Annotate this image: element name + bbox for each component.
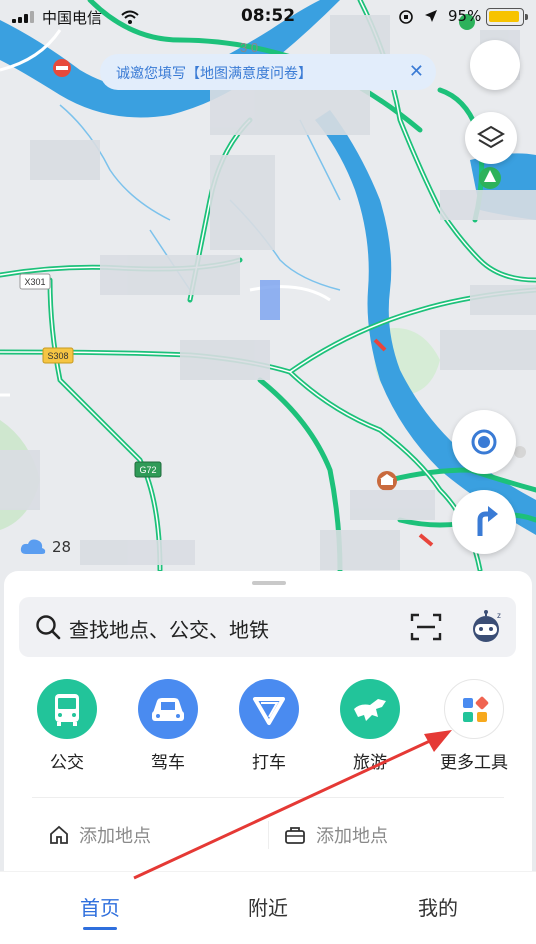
bottom-sheet[interactable]: 查找地点、公交、地铁 z 公交 驾车 打车 旅游 更多工具 添加地点 添加地点 — [4, 571, 532, 871]
tool-label: 打车 — [252, 753, 286, 773]
locate-icon — [471, 429, 497, 455]
bus-icon — [37, 679, 97, 739]
search-icon — [36, 615, 61, 640]
tool-shortcuts: 公交 驾车 打车 旅游 更多工具 — [4, 679, 532, 779]
quick-place-work[interactable]: 添加地点 — [284, 821, 388, 849]
battery-percentage: 95% — [448, 7, 482, 25]
svg-text:3 0: 3 0 — [240, 40, 258, 55]
tool-taxi[interactable]: 打车 — [229, 679, 309, 773]
tool-bus[interactable]: 公交 — [27, 679, 107, 773]
no-entry-icon — [53, 59, 71, 77]
road-shield-g72: G72 — [134, 461, 162, 478]
road-shield-x301: X301 — [19, 273, 51, 290]
car-icon — [138, 679, 198, 739]
quick-place-label: 添加地点 — [79, 826, 151, 847]
divider — [32, 797, 504, 798]
tool-drive[interactable]: 驾车 — [128, 679, 208, 773]
scan-icon[interactable] — [410, 612, 442, 642]
search-placeholder: 查找地点、公交、地铁 — [69, 618, 269, 642]
tab-home[interactable]: 首页 — [40, 892, 160, 930]
tab-mine[interactable]: 我的 — [378, 892, 498, 921]
rotation-lock-icon — [399, 10, 413, 24]
route-arrow-icon — [477, 506, 498, 536]
tool-travel[interactable]: 旅游 — [330, 679, 410, 773]
taxi-icon — [239, 679, 299, 739]
close-icon[interactable]: ✕ — [409, 61, 424, 82]
bottom-tab-bar: 首页 附近 我的 — [0, 871, 536, 944]
cloud-icon — [20, 539, 46, 554]
briefcase-icon — [285, 827, 305, 844]
layers-icon — [477, 125, 505, 149]
divider — [268, 821, 269, 849]
battery-icon — [486, 8, 528, 26]
tab-label: 首页 — [80, 896, 120, 920]
svg-text:S308: S308 — [47, 351, 68, 361]
tab-nearby[interactable]: 附近 — [208, 892, 328, 921]
navigation-button[interactable] — [452, 490, 516, 554]
park-poi-icon — [479, 167, 501, 189]
weather-temperature: 28 — [52, 538, 72, 556]
tool-label: 公交 — [50, 753, 84, 773]
horse-icon — [340, 679, 400, 739]
search-input[interactable]: 查找地点、公交、地铁 z — [19, 597, 516, 657]
tab-label: 我的 — [418, 896, 458, 920]
svg-text:z: z — [497, 611, 501, 620]
survey-banner-text[interactable]: 诚邀您填写【地图满意度问卷】 — [116, 63, 312, 83]
status-bar: 中国电信 08:52 95% — [0, 0, 536, 34]
tool-label: 更多工具 — [440, 753, 508, 773]
survey-banner[interactable]: 诚邀您填写【地图满意度问卷】 ✕ — [100, 54, 436, 90]
home-icon — [50, 825, 68, 844]
sheet-drag-handle[interactable] — [252, 581, 286, 585]
tab-active-indicator — [83, 927, 117, 930]
tool-label: 驾车 — [151, 753, 185, 773]
map-layers-button[interactable] — [465, 112, 517, 164]
weather-widget[interactable]: 28 — [20, 537, 71, 557]
road-shield-s308: S308 — [42, 347, 74, 364]
voice-assistant-icon[interactable]: z — [469, 609, 505, 645]
partial-button[interactable] — [470, 40, 520, 90]
tab-label: 附近 — [248, 896, 288, 920]
locate-me-button[interactable] — [452, 410, 516, 474]
tool-label: 旅游 — [353, 753, 387, 773]
location-arrow-icon — [425, 10, 437, 22]
svg-text:X301: X301 — [24, 277, 45, 287]
tool-more[interactable]: 更多工具 — [429, 679, 519, 773]
quick-place-home[interactable]: 添加地点 — [49, 821, 151, 849]
grid-apps-icon — [444, 679, 504, 739]
museum-poi-icon — [377, 471, 397, 491]
svg-text:G72: G72 — [139, 465, 156, 475]
quick-place-label: 添加地点 — [316, 826, 388, 847]
